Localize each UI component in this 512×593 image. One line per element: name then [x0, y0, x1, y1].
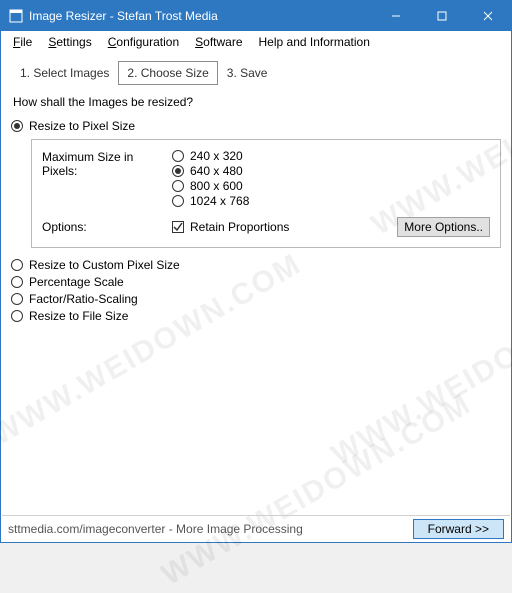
menu-configuration[interactable]: Configuration — [100, 33, 187, 51]
statusbar: sttmedia.com/imageconverter - More Image… — [2, 515, 510, 541]
size-640x480[interactable]: 640 x 480 — [172, 164, 490, 178]
mode-resize-pixel[interactable]: Resize to Pixel Size — [11, 119, 501, 133]
minimize-button[interactable] — [373, 1, 419, 31]
mode-label: Factor/Ratio-Scaling — [29, 292, 138, 306]
app-icon — [9, 9, 23, 23]
titlebar: Image Resizer - Stefan Trost Media — [1, 1, 511, 31]
mode-label: Resize to Pixel Size — [29, 119, 135, 133]
size-1024x768[interactable]: 1024 x 768 — [172, 194, 490, 208]
radio-icon — [172, 195, 184, 207]
mode-label: Resize to File Size — [29, 309, 128, 323]
tab-choose-size[interactable]: 2. Choose Size — [118, 61, 217, 85]
menu-software[interactable]: Software — [187, 33, 250, 51]
size-800x600[interactable]: 800 x 600 — [172, 179, 490, 193]
radio-icon — [172, 150, 184, 162]
size-240x320[interactable]: 240 x 320 — [172, 149, 490, 163]
pixel-size-panel: Maximum Size in Pixels: 240 x 320 640 x … — [31, 139, 501, 248]
mode-percentage[interactable]: Percentage Scale — [11, 275, 501, 289]
close-button[interactable] — [465, 1, 511, 31]
radio-icon — [11, 293, 23, 305]
radio-icon — [172, 180, 184, 192]
checkbox-icon — [172, 221, 184, 233]
radio-icon — [11, 120, 23, 132]
mode-factor-ratio[interactable]: Factor/Ratio-Scaling — [11, 292, 501, 306]
mode-filesize[interactable]: Resize to File Size — [11, 309, 501, 323]
menu-file[interactable]: File — [5, 33, 40, 51]
options-label: Options: — [42, 220, 172, 234]
radio-icon — [11, 276, 23, 288]
window-title: Image Resizer - Stefan Trost Media — [29, 9, 373, 23]
mode-custom-pixel[interactable]: Resize to Custom Pixel Size — [11, 258, 501, 272]
tab-strip: 1. Select Images 2. Choose Size 3. Save — [9, 57, 503, 87]
tab-save[interactable]: 3. Save — [218, 61, 277, 85]
radio-icon — [172, 165, 184, 177]
maxsize-label: Maximum Size in Pixels: — [42, 148, 172, 178]
watermark: WWW.WEIDOWN.COM — [156, 387, 477, 592]
forward-button[interactable]: Forward >> — [413, 519, 504, 539]
menu-help[interactable]: Help and Information — [251, 33, 378, 51]
content-area: 1. Select Images 2. Choose Size 3. Save … — [1, 53, 511, 323]
radio-icon — [11, 259, 23, 271]
more-options-button[interactable]: More Options.. — [397, 217, 490, 237]
retain-proportions[interactable]: Retain Proportions — [172, 220, 397, 234]
size-options: 240 x 320 640 x 480 800 x 600 1024 x 768 — [172, 148, 490, 209]
radio-icon — [11, 310, 23, 322]
tab-select-images[interactable]: 1. Select Images — [11, 61, 118, 85]
menu-settings[interactable]: Settings — [40, 33, 99, 51]
mode-label: Resize to Custom Pixel Size — [29, 258, 180, 272]
status-text: sttmedia.com/imageconverter - More Image… — [8, 522, 303, 536]
prompt-text: How shall the Images be resized? — [13, 95, 501, 109]
maximize-button[interactable] — [419, 1, 465, 31]
app-window: Image Resizer - Stefan Trost Media File … — [0, 0, 512, 543]
menubar: File Settings Configuration Software Hel… — [1, 31, 511, 53]
mode-label: Percentage Scale — [29, 275, 124, 289]
